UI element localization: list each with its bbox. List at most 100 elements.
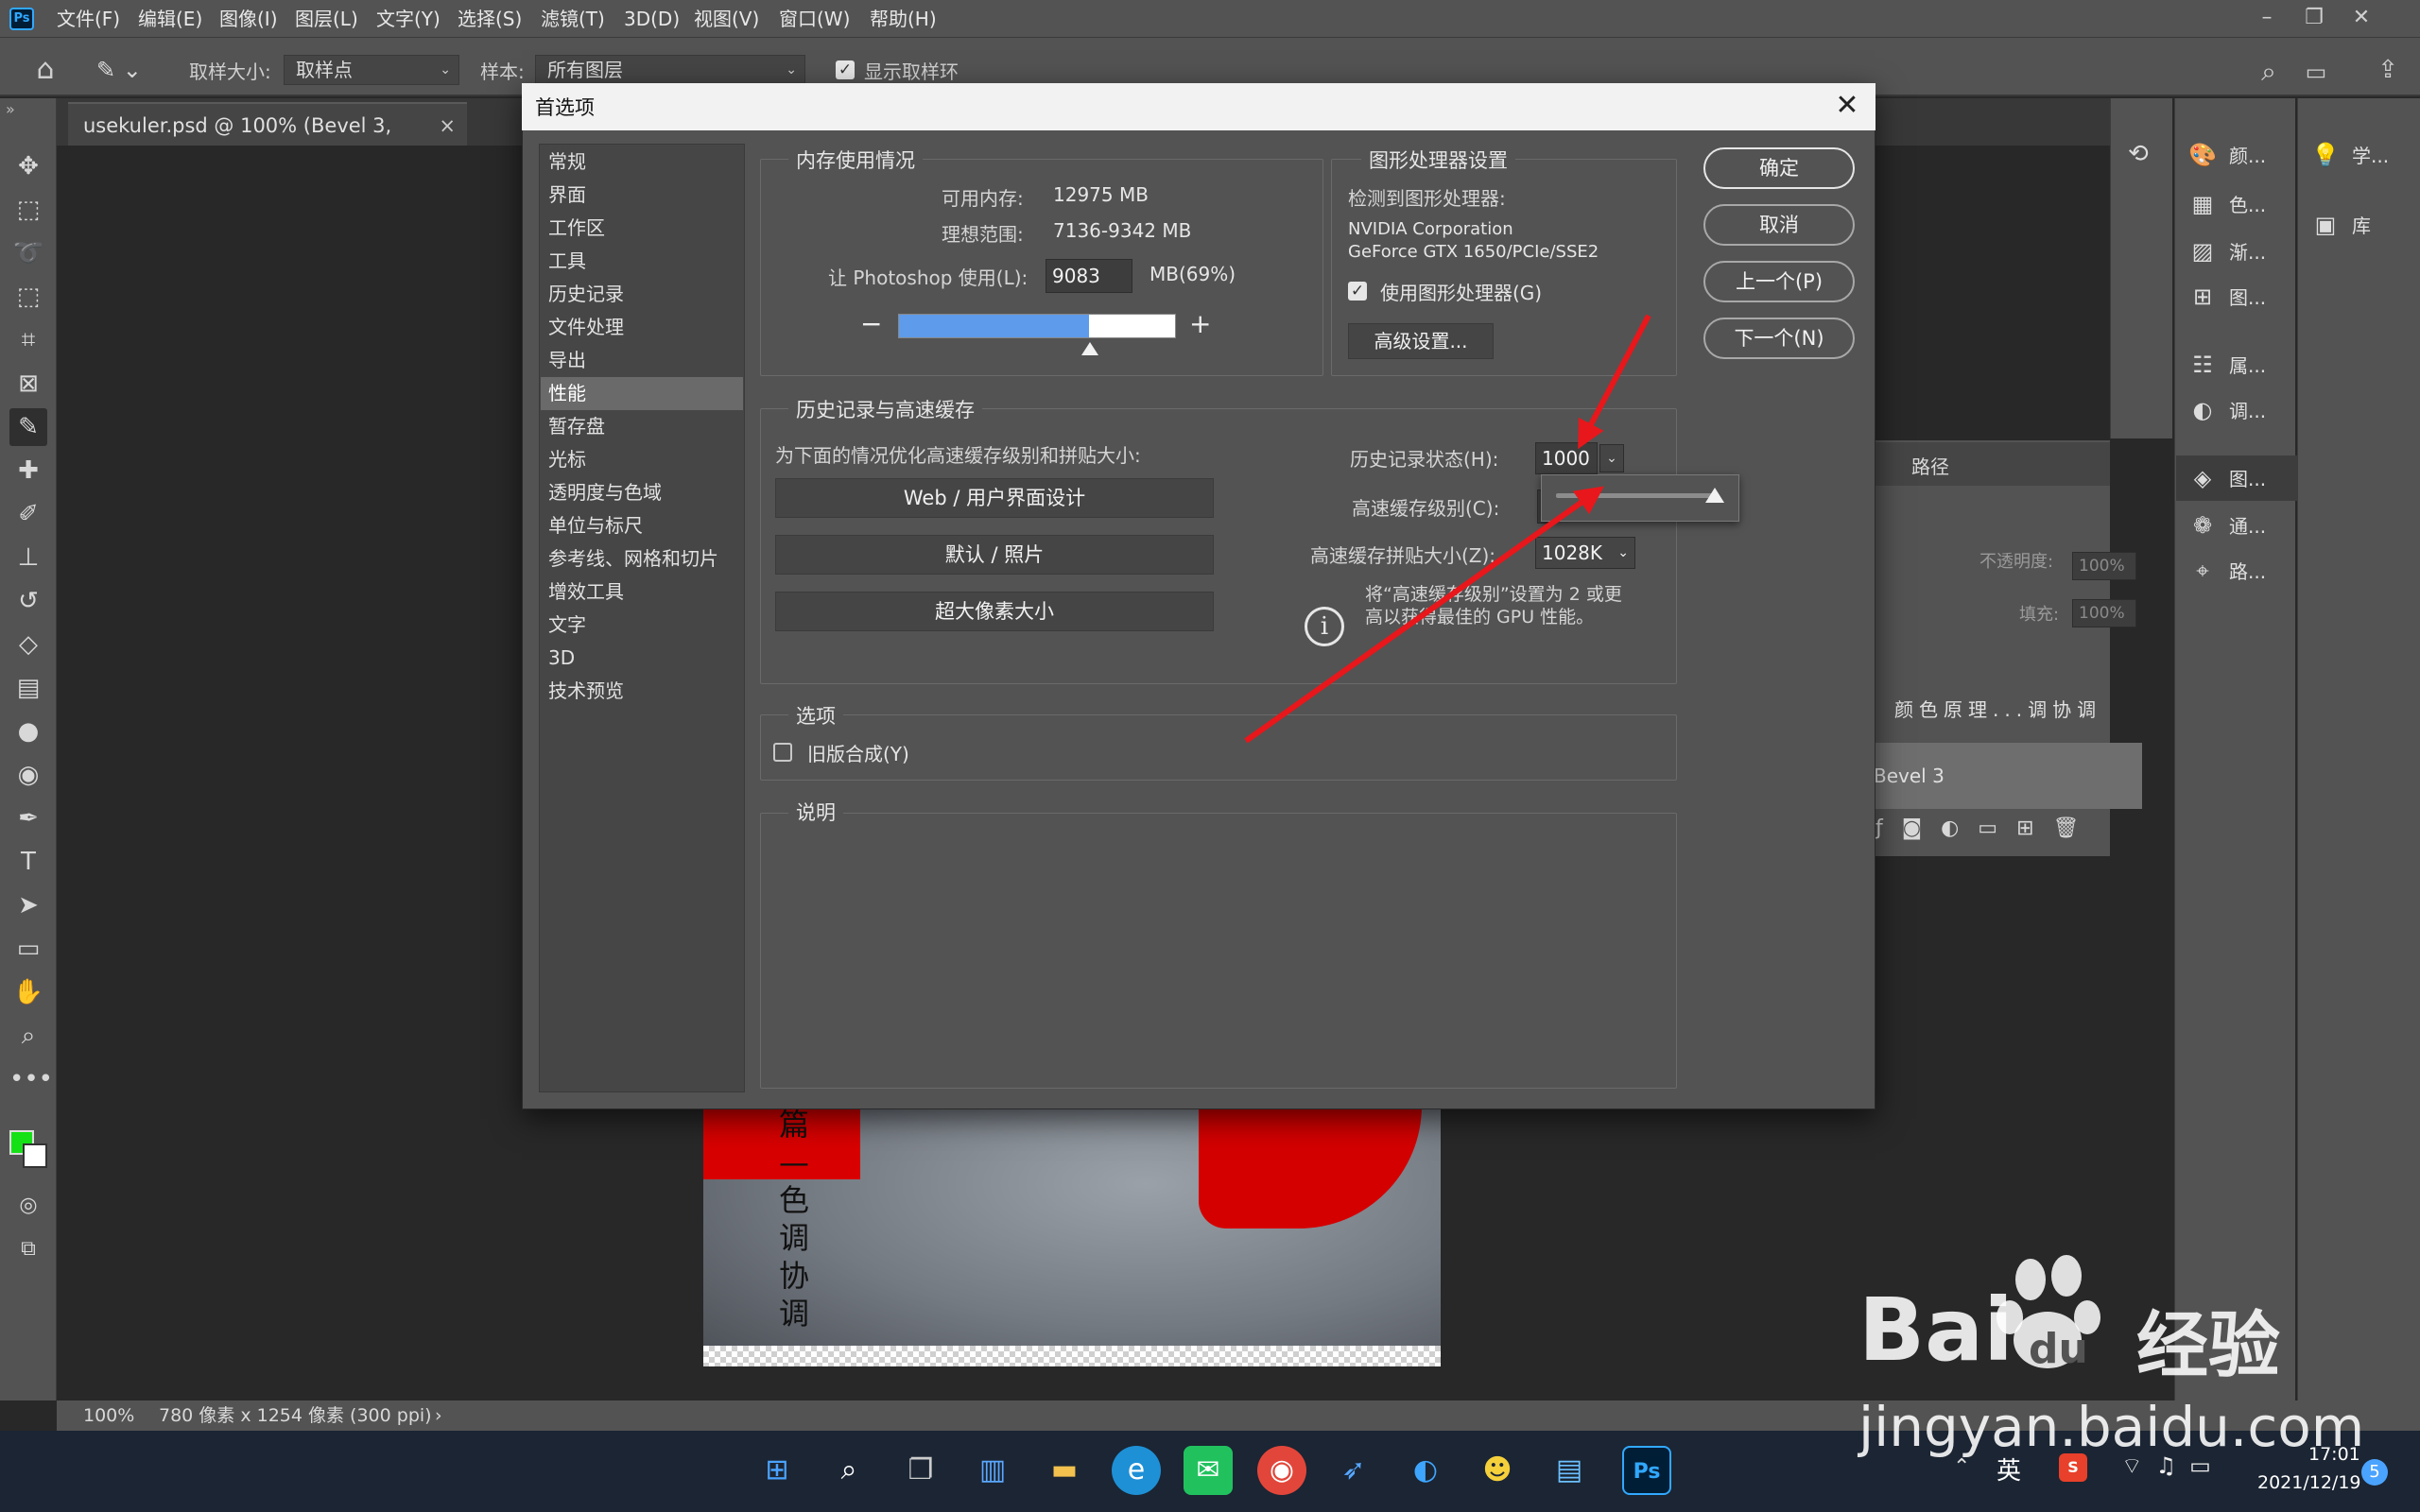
memory-slider-thumb[interactable] — [1080, 342, 1098, 355]
preset-web-ui-button[interactable]: Web / 用户界面设计 — [775, 478, 1214, 518]
nav-tools[interactable]: 工具 — [541, 245, 743, 278]
frame-tool-icon[interactable]: ⊠ — [9, 365, 47, 403]
nav-interface[interactable]: 界面 — [541, 179, 743, 212]
panel-channels[interactable]: ❁ 通... — [2176, 503, 2297, 548]
menu-edit[interactable]: 编辑(E) — [138, 6, 202, 32]
gradient-tool-icon[interactable]: ▤ — [9, 669, 47, 707]
history-states-input[interactable]: 1000 — [1535, 442, 1598, 474]
panel-properties[interactable]: ☷ 属... — [2176, 342, 2297, 387]
brush-tool-icon[interactable]: ✐ — [9, 495, 47, 533]
panel-gradients[interactable]: ▨ 渐... — [2176, 229, 2297, 274]
panel-paths[interactable]: ⌖ 路... — [2176, 548, 2297, 593]
history-icon[interactable]: ⟲ — [2128, 140, 2149, 168]
qq-icon[interactable]: ☻ — [1473, 1446, 1522, 1495]
restore-icon[interactable]: ❐ — [2297, 2, 2331, 34]
qq-browser-icon[interactable]: ◐ — [1401, 1446, 1450, 1495]
widgets-icon[interactable]: ▥ — [968, 1446, 1017, 1495]
menu-layer[interactable]: 图层(L) — [295, 6, 358, 32]
nav-transparency[interactable]: 透明度与色域 — [541, 476, 743, 509]
clone-stamp-tool-icon[interactable]: ⊥ — [9, 539, 47, 576]
menu-help[interactable]: 帮助(H) — [870, 6, 937, 32]
nav-scratch-disks[interactable]: 暂存盘 — [541, 410, 743, 443]
move-tool-icon[interactable]: ✥ — [9, 147, 47, 185]
memory-decrease-button[interactable]: − — [860, 308, 882, 339]
dodge-tool-icon[interactable]: ◉ — [9, 756, 47, 794]
close-tab-icon[interactable]: × — [439, 104, 456, 147]
nav-plugins[interactable]: 增效工具 — [541, 576, 743, 609]
task-view-icon[interactable]: ❐ — [896, 1446, 945, 1495]
healing-brush-tool-icon[interactable]: ✚ — [9, 452, 47, 490]
panel-patterns[interactable]: ⊞ 图... — [2176, 274, 2297, 319]
rectangle-tool-icon[interactable]: ▭ — [9, 930, 47, 968]
more-tools-icon[interactable]: ••• — [9, 1060, 53, 1098]
ok-button[interactable]: 确定 — [1703, 147, 1855, 189]
close-window-icon[interactable]: ✕ — [2344, 2, 2378, 34]
home-icon[interactable]: ⌂ — [26, 53, 64, 87]
nav-performance[interactable]: 性能 — [541, 377, 743, 410]
preset-huge-pixel-button[interactable]: 超大像素大小 — [775, 592, 1214, 631]
nav-tech-preview[interactable]: 技术预览 — [541, 675, 743, 708]
menu-3d[interactable]: 3D(D) — [624, 6, 680, 32]
history-states-dropdown-icon[interactable]: ⌄ — [1599, 444, 1624, 472]
sample-size-select[interactable]: 取样点 ⌄ — [284, 55, 459, 85]
fill-input[interactable]: 100% — [2072, 599, 2136, 627]
nav-history[interactable]: 历史记录 — [541, 278, 743, 311]
hand-tool-icon[interactable]: ✋ — [9, 973, 47, 1011]
nav-general[interactable]: 常规 — [541, 146, 743, 179]
memory-amount-input[interactable]: 9083 — [1046, 259, 1132, 293]
nav-file-handling[interactable]: 文件处理 — [541, 311, 743, 344]
eyedropper-preset-icon[interactable]: ✎ ⌄ — [96, 53, 153, 87]
nav-cursors[interactable]: 光标 — [541, 443, 743, 476]
nav-3d[interactable]: 3D — [541, 642, 743, 675]
opacity-input[interactable]: 100% — [2072, 552, 2136, 580]
menu-file[interactable]: 文件(F) — [57, 6, 120, 32]
zoom-level[interactable]: 100% — [83, 1400, 134, 1431]
nav-guides[interactable]: 参考线、网格和切片 — [541, 542, 743, 576]
preset-default-photo-button[interactable]: 默认 / 照片 — [775, 535, 1214, 575]
cache-levels-slider-track[interactable] — [1556, 493, 1715, 498]
show-ring-checkbox[interactable]: ✓ — [836, 60, 855, 79]
menu-view[interactable]: 视图(V) — [694, 6, 759, 32]
cache-tile-size-select[interactable]: 1028K ⌄ — [1535, 537, 1635, 569]
search-icon[interactable]: ⌕ — [2250, 55, 2288, 89]
sample-select[interactable]: 所有图层 ⌄ — [535, 55, 805, 85]
dialog-close-icon[interactable]: ✕ — [1830, 89, 1864, 123]
panel-adjustments[interactable]: ◐ 调... — [2176, 387, 2297, 433]
marquee-tool-icon[interactable]: ⬚ — [9, 191, 47, 229]
menu-type[interactable]: 文字(Y) — [376, 6, 441, 32]
menu-filter[interactable]: 滤镜(T) — [541, 6, 605, 32]
screen-mode-icon[interactable]: ⧉ — [9, 1230, 47, 1268]
crop-tool-icon[interactable]: ⌗ — [9, 321, 47, 359]
notepad-icon[interactable]: ▤ — [1545, 1446, 1594, 1495]
quick-mask-icon[interactable]: ◎ — [9, 1187, 47, 1225]
pen-tool-icon[interactable]: ✒ — [9, 799, 47, 837]
tab-paths[interactable]: 路径 — [1911, 452, 1949, 479]
photoshop-taskbar-icon[interactable]: Ps — [1622, 1446, 1671, 1495]
panel-learn[interactable]: 💡 学... — [2299, 132, 2420, 178]
layers-footer-icons[interactable]: ƒ◙◐▭⊞🗑 — [1876, 816, 2140, 850]
menu-window[interactable]: 窗口(W) — [779, 6, 850, 32]
browser-e-icon[interactable]: e — [1112, 1446, 1161, 1495]
expand-toolbar-icon[interactable]: » — [6, 100, 15, 118]
memory-slider-track[interactable] — [898, 314, 1176, 338]
history-brush-tool-icon[interactable]: ↺ — [9, 582, 47, 620]
zoom-tool-icon[interactable]: ⌕ — [9, 1017, 47, 1055]
feishu-icon[interactable]: ➶ — [1329, 1446, 1378, 1495]
quick-select-tool-icon[interactable]: ⬚ — [9, 278, 47, 316]
wechat-icon[interactable]: ✉ — [1184, 1446, 1233, 1495]
legacy-compositing-checkbox[interactable] — [773, 743, 792, 762]
gpu-advanced-button[interactable]: 高级设置... — [1348, 323, 1494, 359]
panel-layers[interactable]: ◈ 图... — [2176, 455, 2297, 501]
use-gpu-checkbox[interactable]: ✓ — [1348, 282, 1367, 301]
panel-color[interactable]: 🎨 颜... — [2176, 132, 2297, 178]
lasso-tool-icon[interactable]: ➰ — [9, 234, 47, 272]
next-button[interactable]: 下一个(N) — [1703, 318, 1855, 359]
workspace-icon[interactable]: ▭ — [2297, 55, 2335, 89]
layer-row-selected[interactable]: Bevel 3 — [1853, 743, 2142, 809]
file-explorer-icon[interactable]: ▬ — [1040, 1446, 1089, 1495]
cache-levels-slider-thumb[interactable] — [1705, 488, 1724, 503]
prev-button[interactable]: 上一个(P) — [1703, 261, 1855, 302]
nav-type[interactable]: 文字 — [541, 609, 743, 642]
chrome-icon[interactable]: ◉ — [1257, 1446, 1306, 1495]
nav-units[interactable]: 单位与标尺 — [541, 509, 743, 542]
